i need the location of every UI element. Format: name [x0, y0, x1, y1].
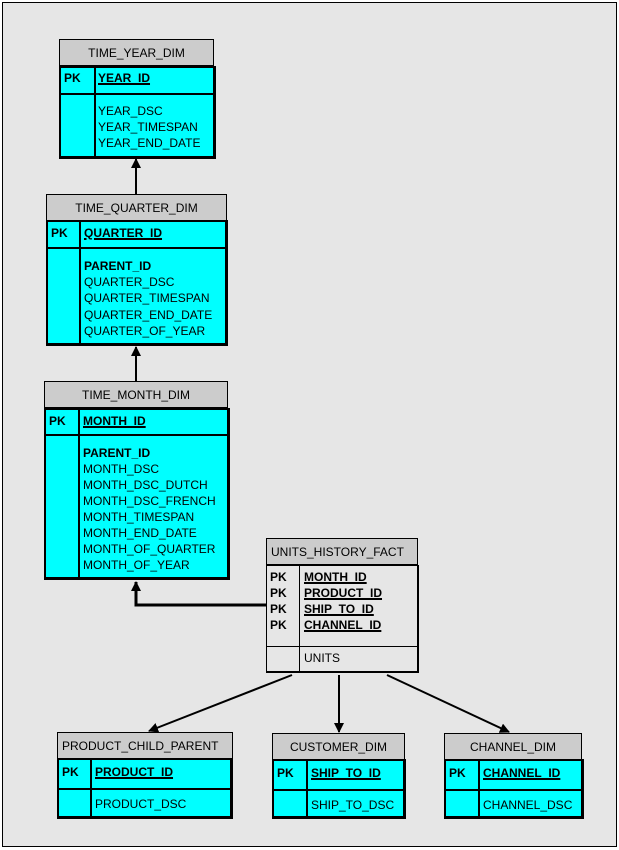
column-key: QUARTER_ID — [84, 226, 163, 240]
divider — [78, 410, 80, 577]
table-header: CUSTOMER_DIM — [272, 733, 405, 760]
table-body: PK MONTH_ID PARENT_ID MONTH_DSC MONTH_DS… — [44, 408, 230, 580]
divider — [79, 222, 81, 343]
column: YEAR_END_DATE — [98, 136, 201, 150]
table-body: PK QUARTER_ID PARENT_ID QUARTER_DSC QUAR… — [46, 220, 228, 346]
column: MONTH_TIMESPAN — [83, 510, 195, 524]
table-header: TIME_MONTH_DIM — [44, 381, 228, 408]
pk-label: PK — [62, 765, 79, 779]
column: MONTH_DSC — [83, 462, 160, 476]
table-units-history-fact[interactable]: UNITS_HISTORY_FACT PK PK PK PK MONTH_ID … — [266, 538, 419, 673]
column: CHANNEL_DSC — [483, 798, 573, 812]
table-header: PRODUCT_CHILD_PARENT — [57, 732, 233, 759]
column: MONTH_OF_QUARTER — [83, 542, 216, 556]
column: MONTH_END_DATE — [83, 526, 197, 540]
table-body: PK SHIP_TO_ID SHIP_TO_DSC — [272, 759, 406, 819]
pk-label: PK — [270, 586, 287, 600]
column-key: PRODUCT_ID — [95, 765, 174, 779]
column-key: PRODUCT_ID — [304, 586, 383, 600]
table-time-month-dim[interactable]: TIME_MONTH_DIM PK MONTH_ID PARENT_ID MON… — [44, 381, 230, 581]
table-header: TIME_QUARTER_DIM — [46, 194, 227, 221]
divider — [478, 761, 480, 816]
column: UNITS — [304, 651, 340, 665]
pk-label: PK — [270, 618, 287, 632]
pk-label: PK — [51, 226, 68, 240]
pk-label: PK — [449, 766, 466, 780]
table-customer-dim[interactable]: CUSTOMER_DIM PK SHIP_TO_ID SHIP_TO_DSC — [272, 733, 406, 819]
table-product-child-parent[interactable]: PRODUCT_CHILD_PARENT PK PRODUCT_ID PRODU… — [57, 732, 233, 819]
table-header: UNITS_HISTORY_FACT — [266, 538, 418, 565]
table-body: PK PK PK PK MONTH_ID PRODUCT_ID SHIP_TO_… — [266, 565, 419, 673]
column-key: CHANNEL_ID — [304, 618, 382, 632]
table-header: CHANNEL_DIM — [444, 733, 582, 760]
column: QUARTER_OF_YEAR — [84, 324, 206, 338]
column: QUARTER_TIMESPAN — [84, 291, 210, 305]
table-header: TIME_YEAR_DIM — [59, 39, 214, 66]
column-key: YEAR_ID — [98, 71, 151, 85]
divider — [306, 761, 308, 816]
column-fk: PARENT_ID — [84, 259, 152, 273]
pk-label: PK — [64, 71, 81, 85]
table-time-year-dim[interactable]: TIME_YEAR_DIM PK YEAR_ID YEAR_DSC YEAR_T… — [59, 39, 216, 159]
divider — [90, 760, 92, 816]
column: MONTH_DSC_FRENCH — [83, 494, 216, 508]
column: YEAR_DSC — [98, 104, 163, 118]
table-time-quarter-dim[interactable]: TIME_QUARTER_DIM PK QUARTER_ID PARENT_ID… — [46, 194, 228, 347]
column-key: CHANNEL_ID — [483, 766, 561, 780]
column: SHIP_TO_DSC — [311, 798, 395, 812]
divider — [94, 68, 96, 156]
pk-label: PK — [270, 570, 287, 584]
column: MONTH_OF_YEAR — [83, 558, 190, 572]
column: PRODUCT_DSC — [95, 797, 187, 811]
column: QUARTER_DSC — [84, 275, 175, 289]
column-fk: PARENT_ID — [83, 446, 151, 460]
divider — [299, 566, 300, 671]
column: YEAR_TIMESPAN — [98, 120, 198, 134]
table-body: PK CHANNEL_ID CHANNEL_DSC — [444, 759, 584, 819]
column: QUARTER_END_DATE — [84, 308, 213, 322]
table-channel-dim[interactable]: CHANNEL_DIM PK CHANNEL_ID CHANNEL_DSC — [444, 733, 584, 819]
column-key: SHIP_TO_ID — [311, 766, 381, 780]
table-body: PK YEAR_ID YEAR_DSC YEAR_TIMESPAN YEAR_E… — [59, 66, 216, 159]
column: MONTH_DSC_DUTCH — [83, 478, 208, 492]
pk-label: PK — [270, 602, 287, 616]
column-key: MONTH_ID — [83, 414, 146, 428]
column-key: SHIP_TO_ID — [304, 602, 374, 616]
table-body: PK PRODUCT_ID PRODUCT_DSC — [57, 758, 233, 819]
pk-label: PK — [277, 766, 294, 780]
pk-label: PK — [49, 414, 66, 428]
column-key: MONTH_ID — [304, 570, 367, 584]
